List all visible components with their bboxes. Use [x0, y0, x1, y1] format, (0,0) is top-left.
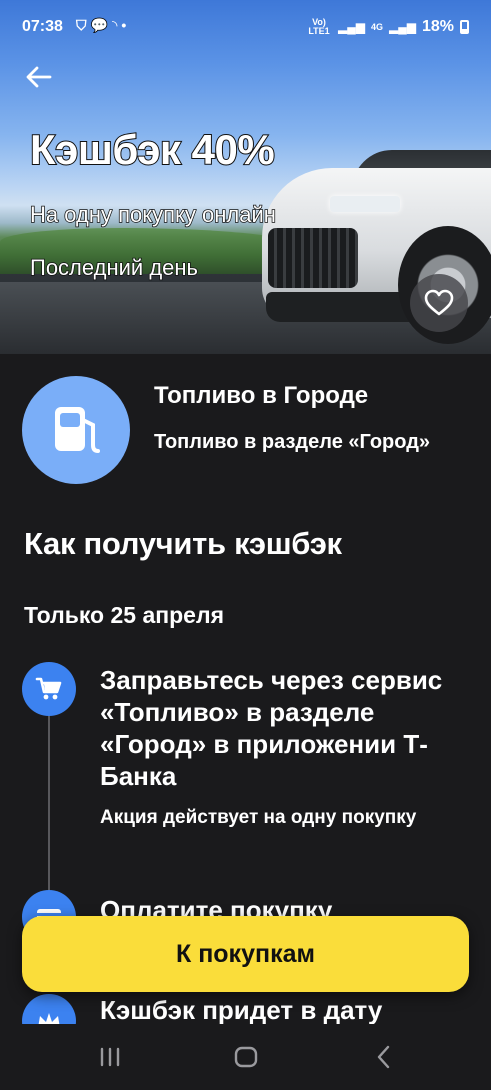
recent-apps-button[interactable]: [90, 1042, 130, 1072]
hero-deadline: Последний день: [29, 254, 199, 281]
system-nav-bar: [0, 1024, 491, 1090]
step-1-note: Акция действует на одну покупку: [100, 807, 417, 828]
fuel-pump-icon: [55, 407, 100, 453]
signal-icon: ▂▄▆: [338, 20, 365, 34]
step-1-title: Заправьтесь через сервис «Топливо» в раз…: [100, 665, 443, 791]
car-headlight: [330, 196, 400, 212]
shield-icon: ⛉: [76, 17, 91, 33]
step-1-icon: [22, 662, 76, 716]
hero-title: Кэшбэк 40%: [29, 125, 276, 174]
back-button[interactable]: [22, 60, 56, 94]
status-right: Vo) LTE1 ▂▄▆ 4G ▂▄▆ 18%: [306, 18, 469, 36]
cart-icon: [35, 677, 62, 700]
battery-level: 18%: [421, 18, 454, 35]
arrow-left-icon: [26, 66, 52, 88]
partner-description: Топливо в разделе «Город»: [154, 431, 431, 453]
home-button[interactable]: [226, 1042, 266, 1072]
heart-icon: [424, 289, 454, 316]
date-note: Только 25 апреля: [24, 602, 225, 628]
step-3-title: Кэшбэк придет в дату: [100, 995, 383, 1025]
partner-name: Топливо в Городе: [154, 382, 369, 409]
notification-icons: ⛉💬◝•: [76, 17, 130, 34]
hero-subtitle: На одну покупку онлайн: [29, 201, 276, 228]
favorite-button[interactable]: [410, 274, 468, 332]
network-label: Vo) LTE1: [308, 17, 330, 36]
hero-banner: 07:38 ⛉💬◝• Vo) LTE1 ▂▄▆ 4G ▂▄▆ 18% Кэшбэ…: [0, 0, 491, 354]
chevron-left-icon: [377, 1045, 390, 1069]
battery-icon: [460, 20, 469, 34]
status-bar: 07:38 ⛉💬◝• Vo) LTE1 ▂▄▆ 4G ▂▄▆ 18%: [0, 0, 491, 54]
rss-icon: ◝: [111, 17, 122, 33]
network-type: 4G: [370, 21, 383, 32]
partner-logo: [22, 376, 130, 484]
status-time: 07:38: [22, 18, 63, 35]
timeline-line: [48, 714, 50, 890]
car-grille: [268, 228, 358, 288]
recent-apps-icon: [100, 1047, 120, 1067]
dot-icon: •: [121, 17, 131, 33]
back-nav-button[interactable]: [364, 1042, 404, 1072]
home-icon: [234, 1046, 258, 1068]
signal-icon-2: ▂▄▆: [389, 20, 416, 34]
to-purchases-button[interactable]: К покупкам: [22, 916, 469, 992]
chat-icon: 💬: [90, 17, 112, 33]
section-title: Как получить кэшбэк: [24, 526, 342, 561]
